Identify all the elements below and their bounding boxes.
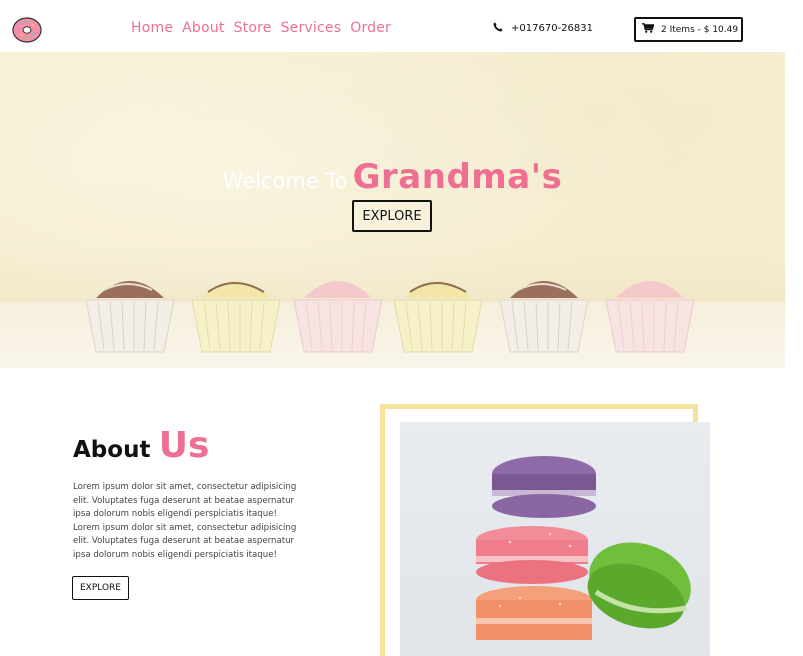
cart-icon [642, 23, 655, 36]
phone-icon [493, 22, 503, 35]
nav-link-store[interactable]: Store [234, 20, 272, 36]
about-heading: About Us [73, 425, 209, 466]
main-nav: Home About Store Services Order [131, 20, 391, 36]
hero-banner: Welcome To Grandma's EXPLORE [0, 52, 785, 368]
cart-summary: 2 Items - $ 10.49 [661, 24, 739, 35]
cupcake-image [85, 281, 175, 353]
nav-link-services[interactable]: Services [281, 20, 342, 36]
about-explore-button[interactable]: EXPLORE [72, 576, 129, 600]
cupcake-image [191, 281, 281, 353]
phone-contact[interactable]: +017670-26831 [493, 22, 593, 35]
cupcake-image [605, 281, 695, 353]
hero-explore-button[interactable]: EXPLORE [352, 200, 432, 232]
nav-link-about[interactable]: About [182, 20, 224, 36]
hero-heading: Welcome To Grandma's [0, 157, 785, 197]
hero-welcome-text: Welcome To [222, 169, 348, 193]
hero-brand-text: Grandma's [352, 157, 563, 197]
macarons-photo [400, 422, 710, 656]
cupcake-image [499, 281, 589, 353]
about-heading-about: About [73, 437, 151, 463]
nav-link-order[interactable]: Order [350, 20, 391, 36]
cupcake-image [293, 281, 383, 353]
cart-button[interactable]: 2 Items - $ 10.49 [634, 17, 743, 42]
about-paragraph: Lorem ipsum dolor sit amet, consectetur … [73, 482, 297, 560]
navbar: Home About Store Services Order +017670-… [0, 0, 785, 52]
donut-logo-icon[interactable] [12, 16, 42, 43]
nav-link-home[interactable]: Home [131, 20, 173, 36]
cupcake-image [393, 281, 483, 353]
about-heading-us: Us [158, 425, 210, 466]
phone-number: +017670-26831 [511, 23, 593, 34]
